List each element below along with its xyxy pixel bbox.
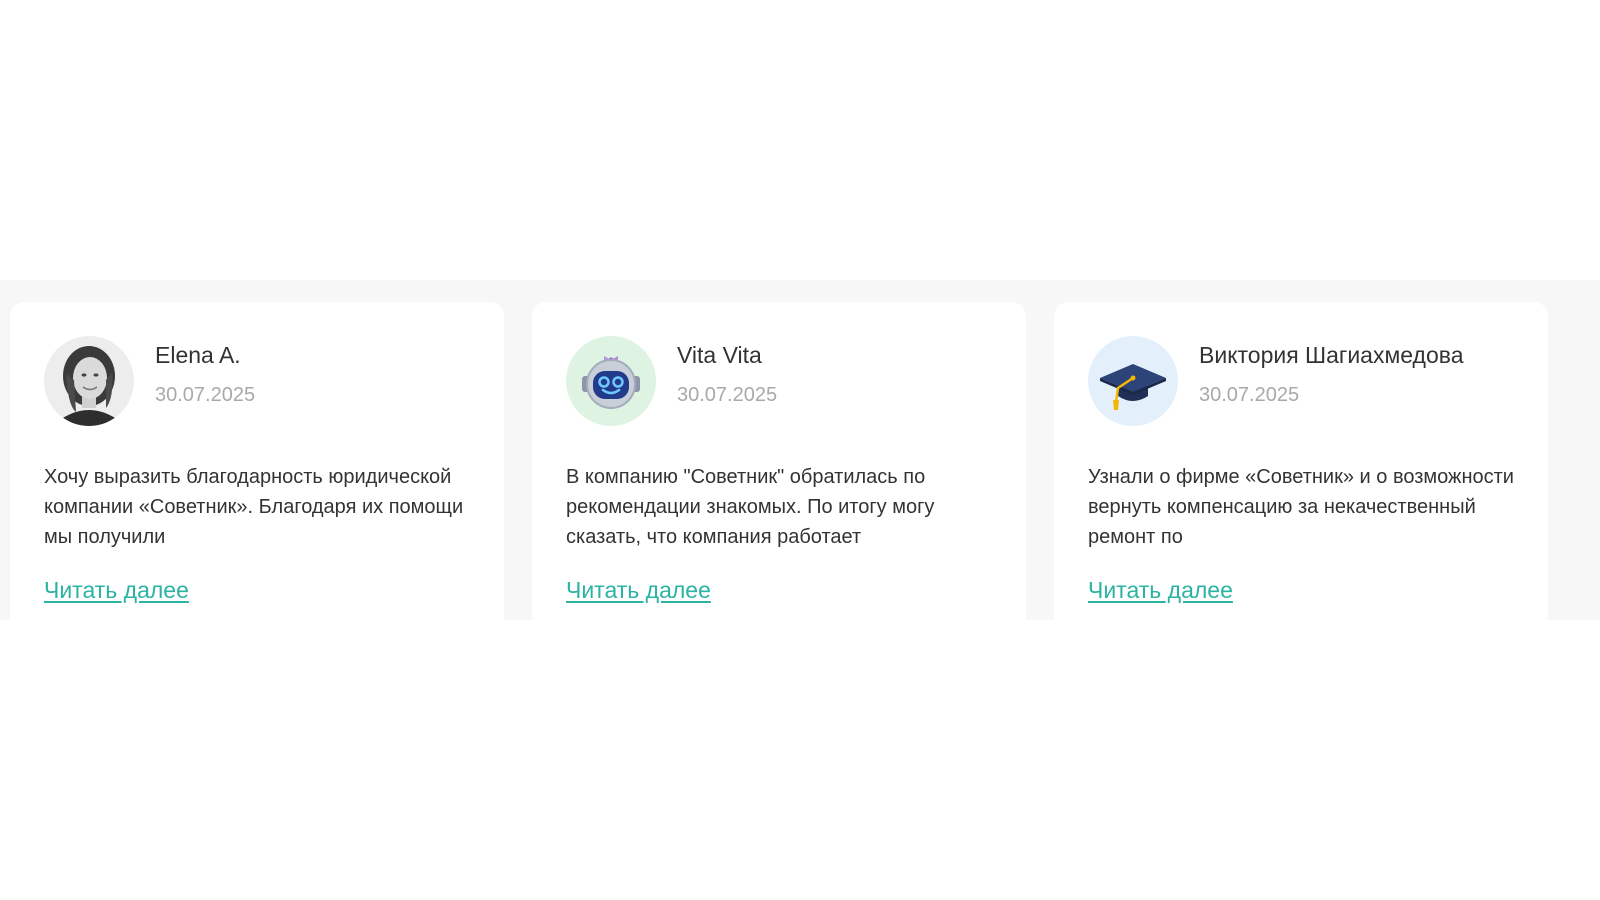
review-text: Хочу выразить благодарность юридической … bbox=[44, 466, 464, 548]
review-date: 30.07.2025 bbox=[1199, 384, 1300, 406]
reviewer-name: Виктория Шагиахмедова bbox=[1199, 342, 1464, 368]
review-text: В компанию "Советник" обратилась по реко… bbox=[566, 466, 935, 548]
robot-icon bbox=[566, 336, 656, 426]
reviewer-name: Vita Vita bbox=[677, 342, 762, 368]
avatar bbox=[1088, 336, 1178, 426]
read-more-link[interactable]: Читать далее bbox=[566, 577, 711, 604]
reviews-strip: Elena A. 30.07.2025 Хочу выразить благод… bbox=[0, 280, 1600, 620]
review-card: Виктория Шагиахмедова 30.07.2025 Узнали … bbox=[1054, 302, 1548, 620]
graduation-cap-icon bbox=[1088, 336, 1178, 426]
review-card: Vita Vita 30.07.2025 В компанию "Советни… bbox=[532, 302, 1026, 620]
review-card: Elena A. 30.07.2025 Хочу выразить благод… bbox=[10, 302, 504, 620]
avatar bbox=[44, 336, 134, 426]
review-date: 30.07.2025 bbox=[155, 384, 256, 406]
read-more-link[interactable]: Читать далее bbox=[1088, 577, 1233, 604]
reviewer-name: Elena A. bbox=[155, 342, 241, 368]
user-photo-icon bbox=[44, 336, 134, 426]
avatar bbox=[566, 336, 656, 426]
review-text: Узнали о фирме «Советник» и о возможност… bbox=[1088, 466, 1514, 548]
read-more-link[interactable]: Читать далее bbox=[44, 577, 189, 604]
review-date: 30.07.2025 bbox=[677, 384, 778, 406]
